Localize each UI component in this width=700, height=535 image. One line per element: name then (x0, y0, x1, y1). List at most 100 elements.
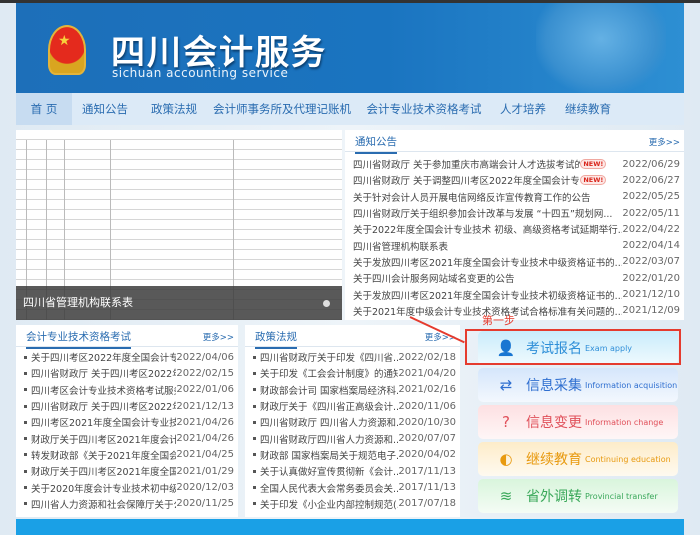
service-button-information-change[interactable]: ? 信息变更 Information change (478, 405, 678, 439)
item-title[interactable]: 四川省财政厅 关于四川考区2022年度... (31, 366, 176, 380)
item-title[interactable]: 财政部 国家档案局关于规范电子... (260, 448, 398, 462)
item-title[interactable]: 四川考区会计专业技术资格考试服务事... (31, 383, 176, 397)
bullet-icon (24, 437, 27, 441)
item-date: 2022/01/20 (622, 272, 680, 284)
service-label-en: Information acquisition (585, 380, 678, 390)
list-item[interactable]: 四川考区会计专业技术资格考试服务事...2022/01/06 (16, 382, 238, 398)
item-title[interactable]: 四川省财政厅 关于调整四川考区2022年度全国会计专业技术初... (353, 173, 580, 187)
item-title[interactable]: 四川省财政厅四川省人力资源和... (260, 432, 398, 446)
item-title[interactable]: 四川省管理机构联系表 (353, 239, 622, 253)
item-date: 2021/01/29 (176, 465, 234, 477)
nav-item[interactable]: 通知公告 (72, 93, 138, 125)
item-title[interactable]: 财政厅关于四川考区2021年度全国会... (31, 464, 176, 478)
notice-more-link[interactable]: 更多>> (649, 136, 680, 148)
list-item[interactable]: 关于发放四川考区2021年度全国会计专业技术初级资格证书的... 2021/12/… (345, 286, 684, 302)
item-title[interactable]: 关于发放四川考区2021年度全国会计专业技术初级资格证书的... (353, 288, 622, 302)
list-item[interactable]: 四川省财政厅关于印发《四川省... 2022/02/18 (245, 349, 460, 365)
bullet-icon (24, 469, 27, 473)
item-title[interactable]: 四川省财政厅 关于参加重庆市高端会计人才选拔考试的公告 (353, 157, 580, 171)
item-date: 2022/06/29 (622, 158, 680, 170)
policy-panel: 政策法规 更多>> 四川省财政厅关于印发《四川省... 2022/02/18 关于印发… (245, 325, 460, 517)
list-item[interactable]: 四川省财政厅 关于调整四川考区2022年度全国会计专业技术初...NEW! 202… (345, 172, 684, 188)
service-button-continuing-education[interactable]: ◐ 继续教育 Continuing education (478, 442, 678, 476)
bullet-icon (253, 502, 256, 506)
service-button-provincial-transfer[interactable]: ≋ 省外调转 Provincial transfer (478, 479, 678, 513)
item-title[interactable]: 四川省财政厅 四川省人力资源和... (260, 415, 398, 429)
list-item[interactable]: 关于针对会计人员开展电信网络反诈宣传教育工作的公告 2022/05/25 (345, 189, 684, 205)
nav-item[interactable]: 政策法规 (138, 93, 210, 125)
list-item[interactable]: 关于2020年度会计专业技术初中级考...2020/12/03 (16, 479, 238, 495)
list-item[interactable]: 关于认真做好宣传贯彻新《会计... 2017/11/13 (245, 463, 460, 479)
item-date: 2021/04/26 (176, 433, 234, 445)
item-title[interactable]: 关于印发《工会会计制度》的通知 (260, 366, 398, 380)
list-item[interactable]: 关于2022年度全国会计专业技术 初级、高级资格考试延期举行... 2022/04… (345, 221, 684, 237)
list-item[interactable]: 财政厅关于《四川省正高级会计... 2020/11/06 (245, 398, 460, 414)
list-item[interactable]: 四川省管理机构联系表 2022/04/14 (345, 237, 684, 253)
exam-title[interactable]: 会计专业技术资格考试 (26, 329, 131, 349)
list-item[interactable]: 财政厅关于四川考区2021年度全国会...2021/01/29 (16, 463, 238, 479)
item-title[interactable]: 四川省财政厅 关于四川考区2022年度... (31, 399, 176, 413)
item-title[interactable]: 转发财政部《关于2021年度全国会计... (31, 448, 176, 462)
list-item[interactable]: 四川省人力资源和社会保障厅关于公布...2020/11/25 (16, 496, 238, 512)
service-label: 信息变更 (526, 415, 582, 431)
list-item[interactable]: 四川省财政厅关于组织参加会计改革与发展 “十四五”规划网... 2022/05/1… (345, 205, 684, 221)
list-item[interactable]: 四川考区2021年度全国会计专业技术...2021/04/26 (16, 414, 238, 430)
list-item[interactable]: 财政部会计司 国家档案局经济科... 2021/02/16 (245, 382, 460, 398)
list-item[interactable]: 关于发放四川考区2021年度全国会计专业技术中级资格证书的... 2022/03/… (345, 254, 684, 270)
item-title[interactable]: 关于印发《小企业内部控制规范(... (260, 497, 398, 511)
item-title[interactable]: 四川考区2021年度全国会计专业技术... (31, 415, 176, 429)
list-item[interactable]: 四川省财政厅四川省人力资源和... 2020/07/07 (245, 430, 460, 446)
list-item[interactable]: 转发财政部《关于2021年度全国会计...2021/04/25 (16, 447, 238, 463)
item-date: 2020/11/25 (176, 498, 234, 510)
service-label: 信息采集 (526, 378, 582, 394)
item-title[interactable]: 财政厅关于四川考区2021年度会计初... (31, 432, 176, 446)
item-date: 2017/11/13 (398, 482, 456, 494)
service-label-en: Information change (585, 417, 664, 427)
item-title[interactable]: 关于认真做好宣传贯彻新《会计... (260, 464, 398, 478)
item-title[interactable]: 四川省人力资源和社会保障厅关于公布... (31, 497, 176, 511)
item-title[interactable]: 全国人民代表大会常务委员会关... (260, 481, 398, 495)
list-item[interactable]: 财政厅关于四川考区2021年度会计初...2021/04/26 (16, 430, 238, 446)
item-title[interactable]: 关于2022年度全国会计专业技术 初级、高级资格考试延期举行... (353, 222, 622, 236)
list-item[interactable]: 四川省财政厅 关于四川考区2022年度...2022/02/15 (16, 365, 238, 381)
national-emblem-icon: ★ (48, 25, 86, 75)
item-title[interactable]: 关于发放四川考区2021年度全国会计专业技术中级资格证书的... (353, 255, 622, 269)
exam-more-link[interactable]: 更多>> (203, 331, 234, 343)
image-slider[interactable]: 四川省管理机构联系表 (16, 130, 342, 320)
item-title[interactable]: 关于2020年度会计专业技术初中级考... (31, 481, 176, 495)
list-item[interactable]: 四川省财政厅 关于参加重庆市高端会计人才选拔考试的公告 NEW! 2022/06/2… (345, 156, 684, 172)
slider-dot[interactable] (323, 300, 330, 307)
bullet-icon (253, 437, 256, 441)
item-title[interactable]: 关于针对会计人员开展电信网络反诈宣传教育工作的公告 (353, 190, 622, 204)
item-title[interactable]: 财政厅关于《四川省正高级会计... (260, 399, 398, 413)
list-item[interactable]: 财政部 国家档案局关于规范电子... 2020/04/02 (245, 447, 460, 463)
list-item[interactable]: 关于四川会计服务网站域名变更的公告 2022/01/20 (345, 270, 684, 286)
item-title[interactable]: 财政部会计司 国家档案局经济科... (260, 383, 398, 397)
nav-item[interactable]: 继续教育 (552, 93, 624, 125)
list-item[interactable]: 四川省财政厅 关于四川考区2022年度...2021/12/13 (16, 398, 238, 414)
item-title[interactable]: 关于四川考区2022年度全国会计专业... (31, 350, 176, 364)
service-button-information-acquisition[interactable]: ⇄ 信息采集 Information acquisition (478, 368, 678, 402)
item-date: 2021/04/26 (176, 416, 234, 428)
new-badge: NEW! (580, 159, 607, 170)
nav-item[interactable]: 首 页 (16, 93, 72, 125)
list-item[interactable]: 四川省财政厅 四川省人力资源和... 2020/10/30 (245, 414, 460, 430)
service-label: 省外调转 (526, 489, 582, 505)
list-item[interactable]: 全国人民代表大会常务委员会关... 2017/11/13 (245, 479, 460, 495)
nav-item[interactable]: 人才培养 (494, 93, 552, 125)
slider-caption[interactable]: 四川省管理机构联系表 (16, 286, 342, 320)
list-item[interactable]: 关于四川考区2022年度全国会计专业...2022/04/06 (16, 349, 238, 365)
nav-item[interactable]: 会计专业技术资格考试 (354, 93, 494, 125)
list-item[interactable]: 关于印发《小企业内部控制规范(... 2017/07/18 (245, 496, 460, 512)
item-title[interactable]: 四川省财政厅关于印发《四川省... (260, 350, 398, 364)
notice-title[interactable]: 通知公告 (355, 134, 397, 154)
sichuan-map-graphic (536, 3, 666, 93)
bullet-icon (253, 453, 256, 457)
policy-title[interactable]: 政策法规 (255, 329, 297, 349)
item-title[interactable]: 四川省财政厅关于组织参加会计改革与发展 “十四五”规划网... (353, 206, 622, 220)
list-item[interactable]: 关于印发《工会会计制度》的通知 2021/04/20 (245, 365, 460, 381)
item-title[interactable]: 关于四川会计服务网站域名变更的公告 (353, 271, 622, 285)
item-date: 2022/03/07 (622, 256, 680, 268)
bullet-icon (253, 388, 256, 392)
nav-item[interactable]: 会计师事务所及代理记账机构 (210, 93, 354, 148)
